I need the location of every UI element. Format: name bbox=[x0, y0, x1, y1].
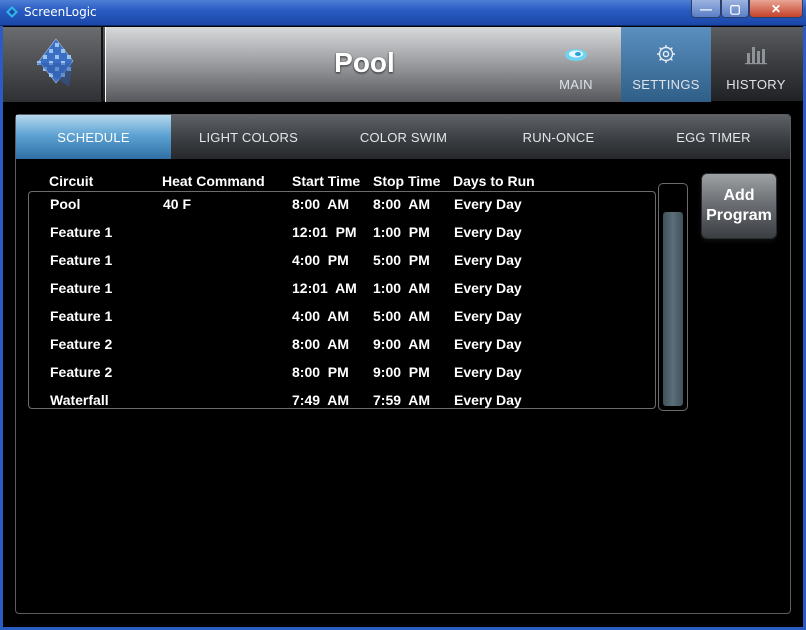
tab-light-colors[interactable]: LIGHT COLORS bbox=[171, 115, 326, 159]
screenlogic-app-icon bbox=[6, 6, 18, 18]
table-row[interactable]: Pool 40 F 8:00 AM 8:00 AM Every Day bbox=[29, 192, 657, 220]
table-row[interactable]: Feature 1 4:00 AM 5:00 AM Every Day bbox=[29, 304, 657, 332]
cell-stop-time: 5:00 PM bbox=[373, 252, 430, 268]
cell-days-to-run: Every Day bbox=[454, 224, 522, 240]
cell-start-time: 8:00 AM bbox=[292, 196, 350, 212]
cell-stop-time: 1:00 PM bbox=[373, 224, 430, 240]
maximize-button[interactable]: ▢ bbox=[721, 0, 749, 18]
cell-circuit: Feature 1 bbox=[50, 252, 113, 268]
cell-start-time: 12:01 AM bbox=[292, 280, 357, 296]
table-row[interactable]: Feature 1 4:00 PM 5:00 PM Every Day bbox=[29, 248, 657, 276]
cell-start-time: 8:00 PM bbox=[292, 364, 349, 380]
cell-circuit: Waterfall bbox=[50, 392, 109, 408]
minimize-icon: — bbox=[700, 1, 712, 16]
schedule-table: Pool 40 F 8:00 AM 8:00 AM Every Day Feat… bbox=[28, 191, 656, 409]
logo-panel[interactable] bbox=[3, 27, 103, 102]
cell-days-to-run: Every Day bbox=[454, 196, 522, 212]
close-icon: ✕ bbox=[770, 1, 782, 16]
cell-start-time: 4:00 PM bbox=[292, 252, 349, 268]
schedule-scrollbar[interactable] bbox=[658, 183, 688, 411]
add-program-label-line1: Add bbox=[723, 187, 755, 204]
nav-main-label: MAIN bbox=[559, 77, 593, 92]
cell-circuit: Pool bbox=[50, 196, 81, 212]
nav-history[interactable]: HISTORY bbox=[711, 27, 801, 102]
cell-stop-time: 5:00 AM bbox=[373, 308, 431, 324]
nav-main[interactable]: MAIN bbox=[531, 27, 621, 102]
column-header-heat-command: Heat Command bbox=[162, 173, 265, 189]
add-program-label-line2: Program bbox=[706, 207, 772, 224]
cell-stop-time: 9:00 PM bbox=[373, 364, 430, 380]
maximize-icon: ▢ bbox=[729, 1, 741, 16]
table-row[interactable]: Waterfall 7:49 AM 7:59 AM Every Day bbox=[29, 388, 657, 416]
column-header-circuit: Circuit bbox=[49, 173, 94, 189]
cell-stop-time: 7:59 AM bbox=[373, 392, 431, 408]
tab-run-once[interactable]: RUN-ONCE bbox=[481, 115, 636, 159]
gear-icon bbox=[657, 45, 675, 63]
cell-circuit: Feature 1 bbox=[50, 224, 113, 240]
nav-settings[interactable]: SETTINGS bbox=[621, 27, 711, 102]
tab-color-swim[interactable]: COLOR SWIM bbox=[326, 115, 481, 159]
cell-start-time: 12:01 PM bbox=[292, 224, 357, 240]
column-header-start-time: Start Time bbox=[292, 173, 361, 189]
column-header-days-to-run: Days to Run bbox=[453, 173, 535, 189]
nav-history-label: HISTORY bbox=[726, 77, 786, 92]
window-title: ScreenLogic bbox=[24, 5, 97, 19]
cell-circuit: Feature 1 bbox=[50, 280, 113, 296]
window-titlebar[interactable]: ScreenLogic — ▢ ✕ bbox=[0, 0, 806, 26]
cell-stop-time: 8:00 AM bbox=[373, 196, 431, 212]
tab-egg-timer[interactable]: EGG TIMER bbox=[636, 115, 791, 159]
add-program-button[interactable]: Add Program bbox=[701, 173, 777, 239]
table-row[interactable]: Feature 2 8:00 AM 9:00 AM Every Day bbox=[29, 332, 657, 360]
table-row[interactable]: Feature 1 12:01 AM 1:00 AM Every Day bbox=[29, 276, 657, 304]
cell-days-to-run: Every Day bbox=[454, 364, 522, 380]
cell-start-time: 4:00 AM bbox=[292, 308, 350, 324]
minimize-button[interactable]: — bbox=[691, 0, 721, 18]
nav-settings-label: SETTINGS bbox=[632, 77, 700, 92]
column-header-stop-time: Stop Time bbox=[373, 173, 441, 189]
cell-circuit: Feature 1 bbox=[50, 308, 113, 324]
table-row[interactable]: Feature 1 12:01 PM 1:00 PM Every Day bbox=[29, 220, 657, 248]
cell-days-to-run: Every Day bbox=[454, 308, 522, 324]
pentair-logo-icon bbox=[36, 38, 74, 87]
cell-stop-time: 9:00 AM bbox=[373, 336, 431, 352]
pool-icon bbox=[565, 49, 587, 61]
table-row[interactable]: Feature 2 8:00 PM 9:00 PM Every Day bbox=[29, 360, 657, 388]
schedule-panel: SCHEDULE LIGHT COLORS COLOR SWIM RUN-ONC… bbox=[15, 114, 791, 614]
scrollbar-thumb[interactable] bbox=[663, 212, 683, 406]
cell-circuit: Feature 2 bbox=[50, 336, 113, 352]
bar-chart-icon bbox=[745, 47, 767, 65]
app-header: Pool MAIN SETTINGS HISTORY bbox=[3, 27, 803, 102]
cell-start-time: 7:49 AM bbox=[292, 392, 350, 408]
settings-tabs: SCHEDULE LIGHT COLORS COLOR SWIM RUN-ONC… bbox=[16, 115, 790, 159]
cell-circuit: Feature 2 bbox=[50, 364, 113, 380]
cell-stop-time: 1:00 AM bbox=[373, 280, 431, 296]
cell-start-time: 8:00 AM bbox=[292, 336, 350, 352]
cell-days-to-run: Every Day bbox=[454, 336, 522, 352]
close-button[interactable]: ✕ bbox=[749, 0, 803, 18]
cell-days-to-run: Every Day bbox=[454, 252, 522, 268]
cell-heat-command: 40 F bbox=[163, 196, 192, 212]
cell-days-to-run: Every Day bbox=[454, 392, 522, 408]
tab-schedule[interactable]: SCHEDULE bbox=[16, 115, 171, 159]
cell-days-to-run: Every Day bbox=[454, 280, 522, 296]
